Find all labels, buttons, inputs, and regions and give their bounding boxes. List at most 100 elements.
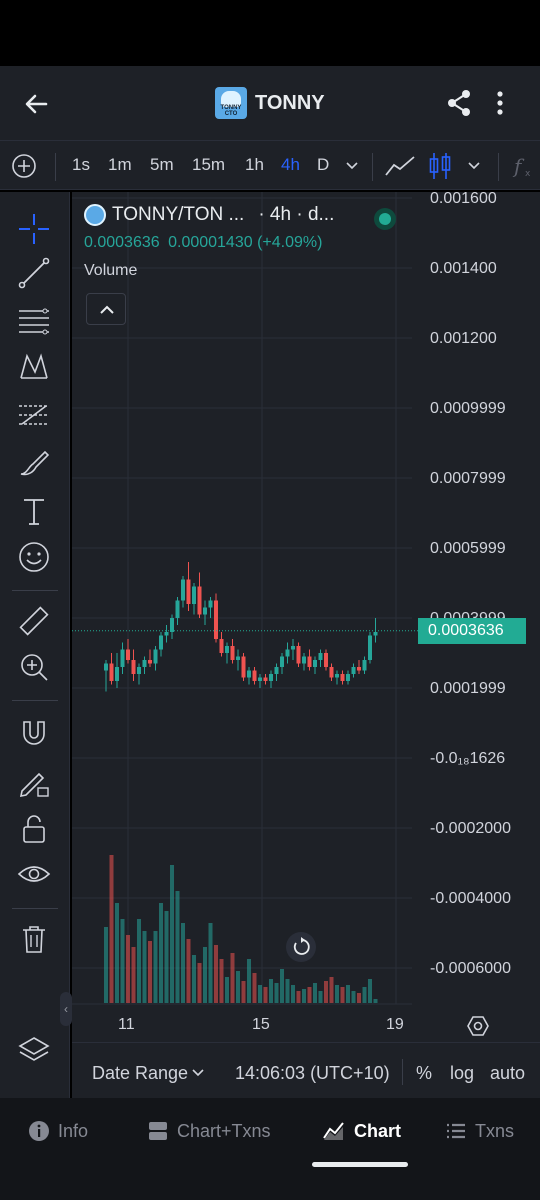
- candle-body: [175, 600, 180, 618]
- unlock-icon[interactable]: [17, 812, 51, 846]
- volume-bar: [302, 989, 306, 1003]
- volume-bar: [186, 939, 191, 1003]
- token-title: TONNY CTO TONNY: [215, 86, 325, 120]
- brush-icon[interactable]: [17, 446, 51, 480]
- fib-icon[interactable]: [17, 398, 51, 432]
- interval-15m[interactable]: 15m: [192, 155, 225, 175]
- reset-chart-button[interactable]: [286, 932, 316, 962]
- bottom-navigation: Info Chart+Txns Chart Txns: [0, 1098, 540, 1200]
- candle-body: [340, 674, 345, 681]
- volume-bar: [346, 985, 350, 1003]
- price-axis-label: 0.0001999: [430, 680, 506, 697]
- nav-info[interactable]: Info: [28, 1120, 88, 1142]
- candle-body: [302, 656, 306, 664]
- collapse-legend-button[interactable]: [86, 293, 126, 325]
- candle-body: [126, 649, 130, 660]
- auto-toggle[interactable]: auto: [490, 1063, 525, 1084]
- emoji-icon[interactable]: [17, 540, 51, 574]
- candle-body: [329, 667, 334, 678]
- volume-bar: [120, 919, 125, 1003]
- candle-body: [247, 670, 251, 678]
- chevron-down-icon[interactable]: [344, 159, 360, 173]
- pattern-icon[interactable]: [17, 350, 51, 384]
- candle-body: [120, 649, 125, 667]
- divider: [498, 153, 499, 181]
- function-icon[interactable]: fx: [512, 153, 538, 179]
- svg-text:x: x: [525, 169, 531, 179]
- volume-bar: [329, 977, 334, 1003]
- refresh-icon: [293, 937, 310, 955]
- candle-body: [104, 663, 108, 671]
- volume-bar: [230, 953, 235, 1003]
- date-range-button[interactable]: Date Range: [92, 1063, 188, 1084]
- divider: [12, 700, 58, 701]
- volume-bar: [236, 971, 240, 1003]
- eye-icon[interactable]: [17, 858, 51, 892]
- nav-chart-txns[interactable]: Chart+Txns: [147, 1120, 271, 1142]
- candle-body: [214, 600, 218, 639]
- log-toggle[interactable]: log: [450, 1063, 474, 1084]
- candle-body: [318, 653, 323, 660]
- price-axis-label: -0.0002000: [430, 820, 511, 837]
- back-arrow-icon[interactable]: [20, 88, 52, 120]
- price-axis-label: 0.001400: [430, 260, 497, 277]
- volume-label: Volume: [84, 262, 138, 279]
- magnet-icon[interactable]: [17, 716, 51, 750]
- crosshair-icon[interactable]: [17, 212, 51, 246]
- collapse-sidebar-tab[interactable]: ‹: [60, 992, 72, 1026]
- candle-body: [131, 660, 136, 674]
- volume-bar: [340, 987, 345, 1003]
- volume-bar: [307, 987, 312, 1003]
- trend-line-icon[interactable]: [17, 256, 51, 290]
- price-axis-label: 0.0009999: [430, 400, 506, 417]
- volume-bar: [175, 891, 180, 1003]
- time-axis-label: 19: [386, 1016, 404, 1033]
- share-icon[interactable]: [444, 88, 474, 118]
- chevron-down-icon[interactable]: [466, 159, 482, 173]
- layers-icon[interactable]: [17, 1034, 51, 1068]
- line-chart-icon[interactable]: [384, 153, 416, 179]
- candle-body: [197, 586, 202, 615]
- candles-icon[interactable]: [428, 151, 452, 181]
- info-icon: [29, 1121, 49, 1141]
- zoom-in-icon[interactable]: [17, 650, 51, 684]
- settings-icon[interactable]: [466, 1014, 490, 1038]
- add-indicator-icon[interactable]: [11, 153, 37, 179]
- price-axis-label: -0.0₁₈1626: [430, 750, 506, 767]
- nav-txns[interactable]: Txns: [445, 1120, 514, 1142]
- candle-body: [313, 660, 317, 667]
- chevron-down-icon[interactable]: [190, 1066, 206, 1080]
- nav-label: Info: [58, 1120, 89, 1141]
- volume-bar: [192, 955, 196, 1003]
- lock-drawing-icon[interactable]: [17, 764, 51, 798]
- percent-toggle[interactable]: %: [416, 1063, 432, 1084]
- interval-5m[interactable]: 5m: [150, 155, 174, 175]
- nav-label: Txns: [475, 1120, 515, 1141]
- horizontal-lines-icon[interactable]: [17, 304, 51, 338]
- interval-4h[interactable]: 4h: [281, 155, 300, 175]
- volume-bar: [258, 985, 262, 1003]
- ruler-icon[interactable]: [17, 604, 51, 638]
- volume-bar: [219, 959, 224, 1003]
- more-vert-icon[interactable]: [490, 88, 510, 118]
- app-bar: TONNY CTO TONNY: [0, 66, 540, 140]
- candle-body: [274, 667, 279, 674]
- candle-body: [181, 579, 185, 601]
- volume-bar: [263, 987, 268, 1003]
- trash-icon[interactable]: [17, 922, 51, 956]
- candle-body: [357, 667, 361, 671]
- interval-1s[interactable]: 1s: [72, 155, 90, 175]
- nav-chart[interactable]: Chart: [322, 1120, 401, 1142]
- clock-timezone[interactable]: 14:06:03 (UTC+10): [235, 1063, 390, 1084]
- svg-text:f: f: [512, 154, 525, 178]
- chart-toolbar: 1s 1m 5m 15m 1h 4h D fx: [0, 140, 540, 190]
- interval-1h[interactable]: 1h: [245, 155, 264, 175]
- symbol-meta: · 4h · d...: [258, 204, 335, 225]
- text-icon[interactable]: [17, 494, 51, 528]
- candle-body: [269, 674, 273, 681]
- interval-1m[interactable]: 1m: [108, 155, 132, 175]
- price-axis-label: 0.001600: [430, 190, 497, 207]
- candle-body: [142, 660, 147, 667]
- interval-d[interactable]: D: [317, 155, 329, 175]
- volume-bar: [197, 963, 202, 1003]
